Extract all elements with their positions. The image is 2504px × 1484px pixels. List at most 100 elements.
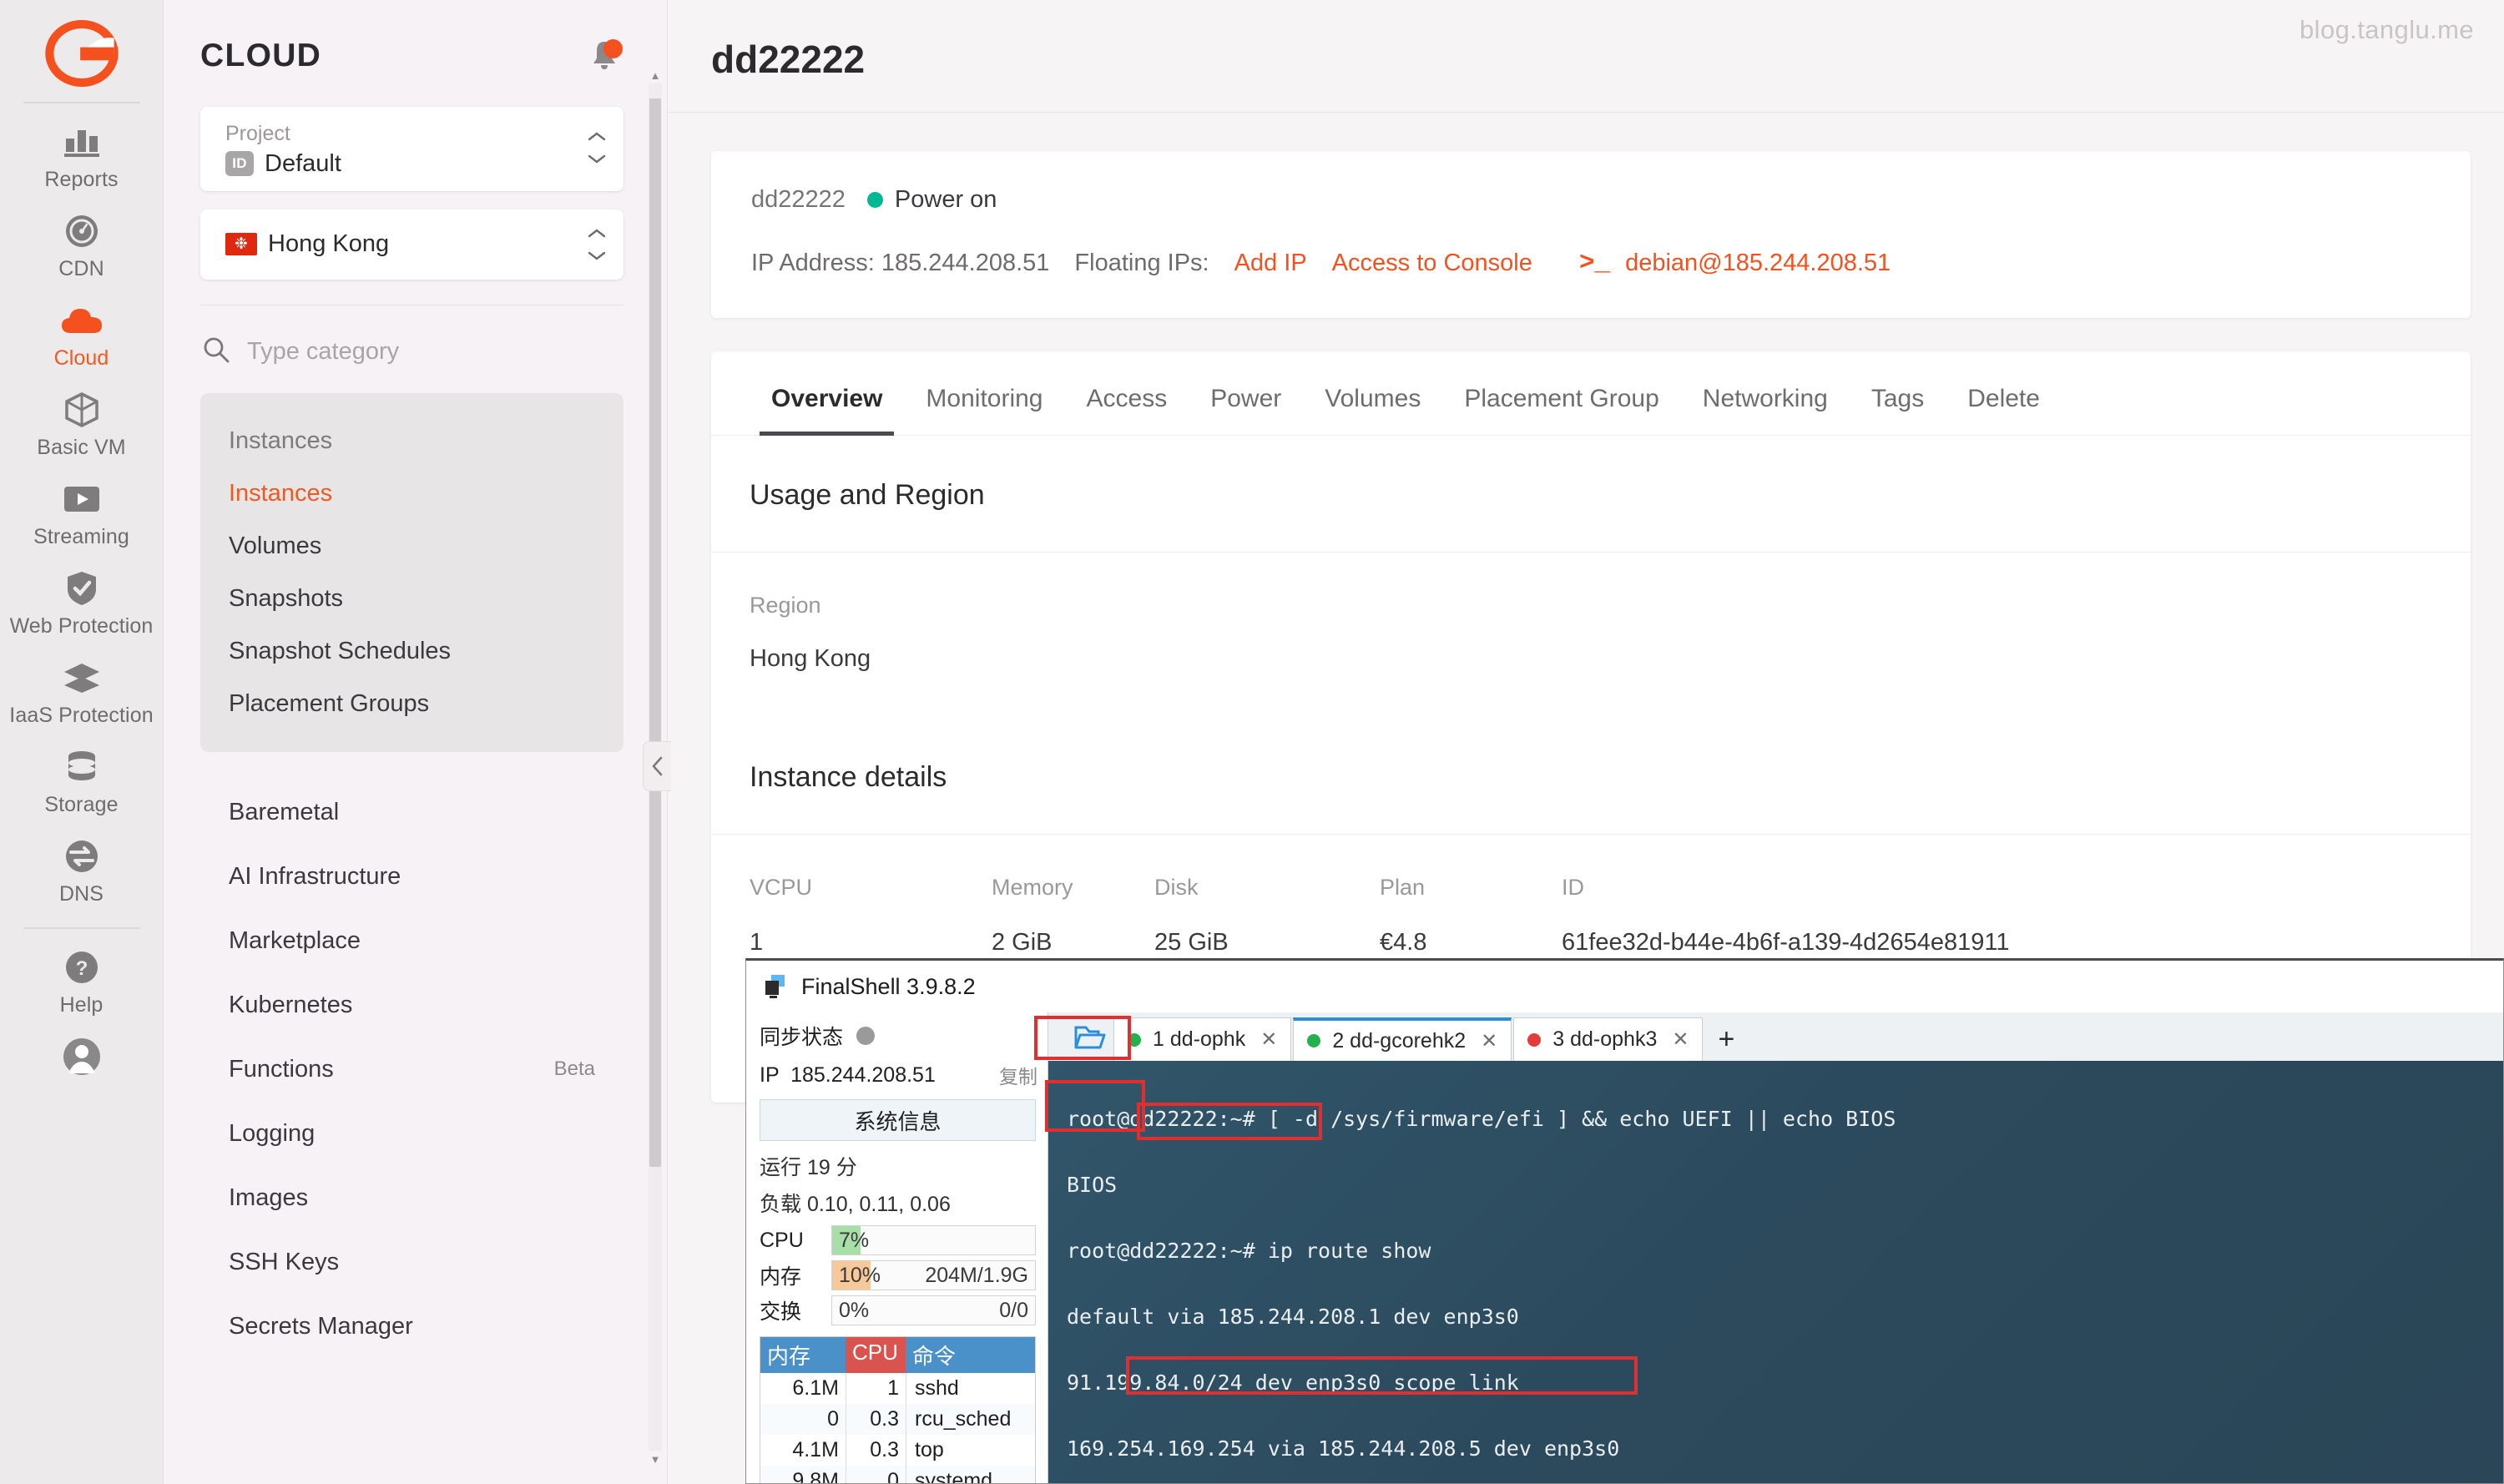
memory-meter-row: 内存 10% 204M/1.9G bbox=[756, 1258, 1039, 1293]
close-icon[interactable]: ✕ bbox=[1260, 1027, 1277, 1052]
system-info-button[interactable]: 系统信息 bbox=[760, 1099, 1036, 1141]
region-selector[interactable]: ❉ Hong Kong bbox=[200, 209, 623, 280]
nav-item-label: Kubernetes bbox=[229, 991, 353, 1018]
table-row[interactable]: 0 0.3 rcu_sched bbox=[760, 1404, 1035, 1435]
nav-item-label: Secrets Manager bbox=[229, 1312, 413, 1340]
nav-item-snapshots[interactable]: Snapshots bbox=[200, 573, 623, 625]
close-icon[interactable]: ✕ bbox=[1672, 1027, 1689, 1052]
hong-kong-flag-icon: ❉ bbox=[225, 233, 257, 255]
play-icon bbox=[59, 479, 104, 519]
finalshell-titlebar: FinalShell 3.9.8.2 bbox=[746, 961, 2503, 1012]
nav-item-label: Images bbox=[229, 1184, 309, 1211]
primary-icon-rail: Reports CDN Cloud Basic VM Streaming Web… bbox=[0, 0, 164, 1484]
cpu-meter-label: CPU bbox=[760, 1228, 804, 1252]
table-row[interactable]: 9.8M 0 systemd bbox=[760, 1466, 1035, 1484]
rail-item-basic-vm[interactable]: Basic VM bbox=[0, 378, 164, 467]
col-header-cpu: CPU bbox=[846, 1337, 906, 1373]
project-selector[interactable]: Project ID Default bbox=[200, 107, 623, 191]
memory-meter-label: 内存 bbox=[760, 1265, 802, 1289]
cell-memory: 9.8M bbox=[792, 1469, 839, 1484]
rail-item-web-protection[interactable]: Web Protection bbox=[0, 557, 164, 646]
project-stepper-arrows[interactable] bbox=[587, 131, 607, 164]
nav-item-placement-groups[interactable]: Placement Groups bbox=[200, 678, 623, 730]
nav-item-label: Marketplace bbox=[229, 926, 361, 954]
swap-meter-value: 0% bbox=[839, 1298, 870, 1322]
watermark-text: blog.tanglu.me bbox=[2300, 15, 2474, 44]
sync-arrows-icon bbox=[59, 836, 104, 876]
shield-check-icon bbox=[59, 568, 104, 608]
nav-item-marketplace[interactable]: Marketplace bbox=[200, 909, 623, 973]
nav-item-logging[interactable]: Logging bbox=[200, 1102, 623, 1166]
instance-details-heading: Instance details bbox=[750, 761, 947, 793]
category-search[interactable] bbox=[202, 336, 623, 368]
cloud-nav-card: Instances Instances Volumes Snapshots Sn… bbox=[200, 392, 623, 752]
close-icon[interactable]: ✕ bbox=[1481, 1029, 1497, 1053]
instance-network-row: IP Address: 185.244.208.51 Floating IPs:… bbox=[751, 249, 2431, 278]
rail-item-dns[interactable]: DNS bbox=[0, 825, 164, 914]
terminal-output[interactable]: root@dd22222:~# [ -d /sys/firmware/efi ]… bbox=[1048, 1061, 2503, 1483]
notification-bell-icon[interactable] bbox=[585, 37, 623, 75]
tab-networking[interactable]: Networking bbox=[1681, 351, 1850, 435]
open-folder-icon[interactable] bbox=[1067, 1012, 1113, 1061]
nav-item-ai-infrastructure[interactable]: AI Infrastructure bbox=[200, 845, 623, 909]
nav-item-secrets-manager[interactable]: Secrets Manager bbox=[200, 1295, 623, 1359]
nav-item-images[interactable]: Images bbox=[200, 1166, 623, 1230]
rail-item-reports[interactable]: Reports bbox=[0, 110, 164, 199]
finalshell-sidebar: 同步状态 IP 185.244.208.51 复制 系统信息 运行 19 分 负… bbox=[746, 1012, 1048, 1483]
cell-cpu: 0.3 bbox=[846, 1435, 906, 1466]
region-value-row: ❉ Hong Kong bbox=[225, 230, 389, 258]
nav-item-snapshot-schedules[interactable]: Snapshot Schedules bbox=[200, 625, 623, 678]
load-average-label: 负载 0.10, 0.11, 0.06 bbox=[760, 1193, 951, 1216]
tab-placement-group[interactable]: Placement Group bbox=[1442, 351, 1680, 435]
nav-item-ssh-keys[interactable]: SSH Keys bbox=[200, 1230, 623, 1295]
tab-tags[interactable]: Tags bbox=[1850, 351, 1946, 435]
terminal-tab-2[interactable]: 2 dd-gcorehk2 ✕ bbox=[1293, 1017, 1512, 1061]
tab-monitoring[interactable]: Monitoring bbox=[904, 351, 1064, 435]
copy-button[interactable]: 复制 bbox=[999, 1061, 1037, 1089]
add-tab-button[interactable]: + bbox=[1704, 1023, 1748, 1061]
rail-item-cdn[interactable]: CDN bbox=[0, 199, 164, 289]
scrollbar-thumb[interactable] bbox=[649, 98, 661, 1167]
cell-command: top bbox=[906, 1435, 1035, 1466]
gcore-logo-icon[interactable] bbox=[43, 15, 120, 92]
tab-overview[interactable]: Overview bbox=[750, 351, 904, 436]
nav-item-instances[interactable]: Instances bbox=[200, 467, 623, 520]
rail-divider-top bbox=[23, 102, 140, 103]
tab-volumes[interactable]: Volumes bbox=[1303, 351, 1442, 435]
rail-item-storage[interactable]: Storage bbox=[0, 735, 164, 825]
tab-access[interactable]: Access bbox=[1065, 351, 1189, 435]
nav-item-functions[interactable]: Functions Beta bbox=[200, 1037, 623, 1102]
add-ip-link[interactable]: Add IP bbox=[1234, 250, 1307, 277]
nav-item-baremetal[interactable]: Baremetal bbox=[200, 780, 623, 845]
search-input[interactable] bbox=[247, 337, 581, 366]
instance-info-card: dd22222 Power on IP Address: 185.244.208… bbox=[711, 151, 2471, 318]
rail-item-iaas-protection[interactable]: IaaS Protection bbox=[0, 646, 164, 735]
panel-collapse-button[interactable] bbox=[643, 741, 671, 791]
memory-meter-detail: 204M/1.9G bbox=[925, 1263, 1028, 1287]
tab-status-dot-icon bbox=[1128, 1032, 1141, 1047]
terminal-tab-3[interactable]: 3 dd-ophk3 ✕ bbox=[1513, 1017, 1704, 1061]
ssh-connect-link[interactable]: >_ debian@185.244.208.51 bbox=[1579, 249, 1891, 278]
terminal-line: root@dd22222:~# ip route show bbox=[1067, 1238, 1431, 1263]
cell-memory: 2 GiB bbox=[992, 929, 1053, 956]
col-header-plan: Plan bbox=[1380, 875, 1426, 900]
table-row[interactable]: 4.1M 0.3 top bbox=[760, 1435, 1035, 1466]
rail-item-help[interactable]: ? Help bbox=[0, 936, 164, 1025]
rail-item-account[interactable] bbox=[0, 1025, 164, 1085]
region-stepper-arrows[interactable] bbox=[587, 228, 607, 261]
speedometer-icon bbox=[59, 211, 104, 251]
rail-item-cloud[interactable]: Cloud bbox=[0, 289, 164, 378]
instance-tabs: Overview Monitoring Access Power Volumes… bbox=[711, 351, 2471, 436]
tab-delete[interactable]: Delete bbox=[1946, 351, 2062, 435]
notification-badge-dot bbox=[603, 39, 623, 58]
scrollbar-up-arrow-icon[interactable]: ▲ bbox=[649, 68, 662, 82]
terminal-tab-1[interactable]: 1 dd-ophk ✕ bbox=[1113, 1017, 1292, 1061]
scrollbar-down-arrow-icon[interactable]: ▼ bbox=[649, 1452, 662, 1466]
rail-item-streaming[interactable]: Streaming bbox=[0, 467, 164, 557]
nav-item-kubernetes[interactable]: Kubernetes bbox=[200, 973, 623, 1037]
access-to-console-link[interactable]: Access to Console bbox=[1332, 250, 1532, 277]
table-row[interactable]: 6.1M 1 sshd bbox=[760, 1373, 1035, 1404]
nav-item-volumes[interactable]: Volumes bbox=[200, 520, 623, 573]
tab-power[interactable]: Power bbox=[1189, 351, 1303, 435]
col-header-memory: 内存 bbox=[767, 1344, 811, 1369]
